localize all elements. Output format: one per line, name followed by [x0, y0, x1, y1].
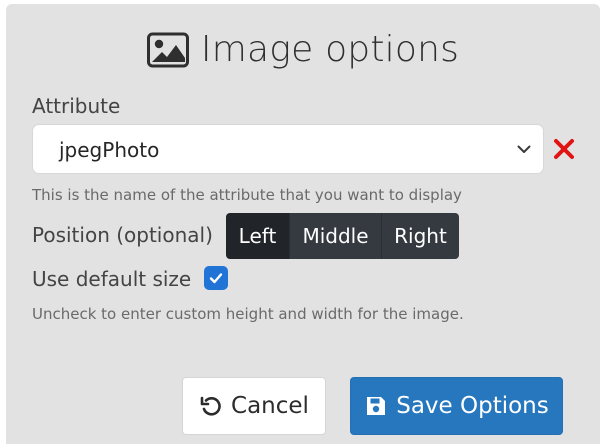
close-icon[interactable] — [552, 137, 576, 161]
dialog-title: Image options — [6, 24, 600, 76]
save-options-button[interactable]: Save Options — [350, 377, 563, 435]
save-icon — [364, 394, 388, 418]
chevron-down-icon — [515, 140, 533, 158]
default-size-checkbox[interactable] — [204, 266, 228, 290]
position-right-button[interactable]: Right — [382, 213, 459, 259]
attribute-label: Attribute — [32, 94, 121, 118]
dialog-title-text: Image options — [200, 29, 460, 70]
position-label: Position (optional) — [32, 223, 213, 247]
default-size-label: Use default size — [32, 267, 192, 291]
save-options-button-label: Save Options — [396, 393, 549, 419]
image-options-panel: Image options Attribute jpegPhoto This i… — [6, 4, 600, 444]
attribute-help-text: This is the name of the attribute that y… — [32, 186, 462, 204]
position-middle-button[interactable]: Middle — [290, 213, 382, 259]
image-icon — [146, 32, 189, 68]
attribute-select-value: jpegPhoto — [59, 138, 160, 162]
cancel-button-label: Cancel — [231, 393, 309, 419]
default-size-help-text: Uncheck to enter custom height and width… — [32, 305, 464, 323]
undo-icon — [199, 394, 223, 418]
position-left-button[interactable]: Left — [226, 213, 290, 259]
position-button-group: Left Middle Right — [226, 213, 459, 259]
cancel-button[interactable]: Cancel — [182, 377, 326, 435]
attribute-select[interactable]: jpegPhoto — [32, 124, 544, 174]
checkmark-icon — [209, 273, 223, 284]
